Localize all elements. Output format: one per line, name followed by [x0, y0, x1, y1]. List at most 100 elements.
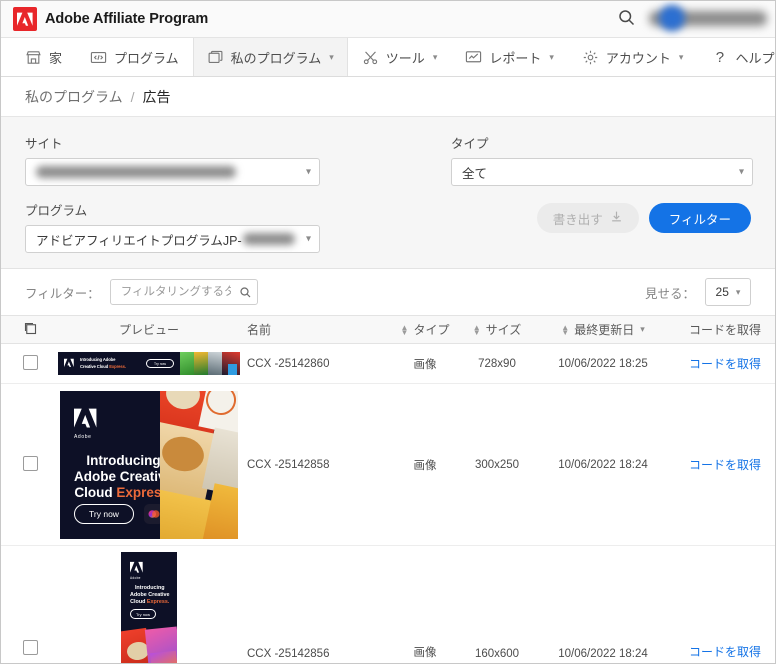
type-select-value: 全て — [462, 166, 488, 181]
row-checkbox-cell[interactable] — [1, 545, 59, 663]
ad-creative-skyscraper-160x600[interactable]: Adobe Introducing Adobe Creative Cloud E… — [121, 552, 177, 663]
rows-per-page-select[interactable]: 25 ▾ — [705, 278, 751, 306]
site-field-label: サイト — [25, 137, 63, 151]
row-updated-cell: 10/06/2022 18:25 — [533, 343, 673, 384]
rows-per-page-value: 25 — [715, 285, 729, 299]
table-filter-label: フィルター： — [25, 286, 100, 301]
filter-panel-actions: 書き出す フィルター — [536, 203, 751, 233]
nav-item-my-programs[interactable]: 私のプログラム ▾ — [192, 38, 348, 76]
row-size-cell: 160x600 — [461, 545, 533, 663]
ad-collage-image — [160, 390, 238, 539]
row-size-cell: 728x90 — [461, 343, 533, 384]
row-name-cell: CCX -25142858 — [239, 383, 389, 546]
row-updated-cell: 10/06/2022 18:24 — [533, 545, 673, 663]
get-code-link[interactable]: コードを取得 — [689, 645, 761, 659]
table-header-select-all[interactable] — [1, 315, 59, 344]
filter-panel-left-column: サイト ▾ プログラム アドビアフィリエイトプログラムJP- ▾ — [25, 133, 320, 253]
column-label: プレビュー — [118, 323, 179, 337]
nav-item-label: 私のプログラム — [230, 50, 322, 66]
ad-cta-button[interactable]: Try now — [130, 609, 156, 619]
nav-item-help-center[interactable]: ? ヘルプセンター — [697, 38, 775, 76]
table-header-preview: プレビュー — [59, 315, 239, 344]
ad-brand-word: Adobe — [74, 433, 92, 440]
code-icon — [90, 49, 107, 66]
table-filter-field[interactable] — [109, 279, 258, 305]
sort-icon[interactable]: ▲ ▼ — [561, 323, 569, 336]
scissors-icon — [362, 49, 379, 66]
row-type-cell: 画像 — [389, 545, 461, 663]
nav-item-label: プログラム — [114, 50, 179, 66]
nav-item-reports[interactable]: レポート ▾ — [451, 38, 568, 76]
breadcrumb-current: 広告 — [142, 88, 171, 105]
page-title: Adobe Affiliate Program — [45, 11, 209, 27]
sort-icon[interactable]: ▲ ▼ — [473, 323, 481, 336]
filter-button[interactable]: フィルター — [648, 203, 751, 233]
ad-cta-button[interactable]: Try now — [74, 503, 134, 524]
table-filter-input[interactable] — [118, 285, 233, 299]
nav-item-label: ツール — [385, 50, 425, 66]
row-get-code-cell[interactable]: コードを取得 — [673, 343, 775, 384]
row-checkbox[interactable] — [22, 354, 38, 370]
table-header-name[interactable]: 名前 — [239, 315, 389, 344]
row-checkbox[interactable] — [22, 640, 38, 655]
row-name-cell: CCX -25142860 — [239, 343, 389, 384]
table-header-last-updated[interactable]: ▲ ▼ 最終更新日 ▾ — [533, 315, 673, 344]
program-select[interactable]: アドビアフィリエイトプログラムJP- ▾ — [25, 225, 320, 253]
nav-item-programs[interactable]: プログラム — [76, 38, 193, 76]
export-button[interactable]: 書き出す — [536, 203, 639, 233]
rows-per-page-area: 見せる： 25 ▾ — [645, 269, 751, 315]
table-row: Introducing Adobe Creative Cloud Express… — [1, 343, 775, 384]
nav-item-account[interactable]: アカウント ▾ — [568, 38, 698, 76]
row-preview-cell: Adobe Introducing Adobe Creative Cloud E… — [59, 383, 239, 546]
chevron-down-icon: ▾ — [678, 51, 684, 62]
breadcrumb-parent[interactable]: 私のプログラム — [25, 87, 123, 107]
download-icon — [610, 210, 623, 226]
table-row: Adobe Introducing Adobe Creative Cloud E… — [1, 545, 775, 663]
chevron-down-icon[interactable]: ▾ — [640, 324, 645, 335]
nav-item-home[interactable]: 家 — [11, 38, 76, 76]
row-checkbox-cell[interactable] — [1, 343, 59, 384]
type-select[interactable]: 全て ▾ — [451, 158, 753, 186]
select-all-icon[interactable] — [23, 321, 38, 339]
ad-headline: Introducing Adobe Creative Cloud Express… — [130, 585, 170, 605]
user-account-avatar[interactable] — [641, 5, 767, 31]
chevron-down-icon: ▾ — [549, 51, 554, 62]
brand-bar-right — [617, 1, 767, 37]
sort-icon[interactable]: ▲ ▼ — [401, 323, 409, 336]
ad-cta-button[interactable]: Try now — [146, 359, 174, 368]
row-checkbox[interactable] — [22, 455, 38, 471]
table-header-size[interactable]: ▲ ▼ サイズ — [461, 315, 533, 344]
table-toolbar: フィルター： 見せる： 25 ▾ — [1, 269, 775, 315]
table-header-row: プレビュー 名前 ▲ ▼ タイプ ▲ ▼ サイズ ▲ ▼ 最終更新日 ▾ コード… — [1, 315, 775, 344]
nav-item-tools[interactable]: ツール ▾ — [348, 38, 452, 76]
chevron-down-icon: ▾ — [432, 51, 438, 62]
program-field-label: プログラム — [25, 204, 88, 218]
table-header-type[interactable]: ▲ ▼ タイプ — [389, 315, 461, 344]
site-select[interactable]: ▾ — [25, 158, 320, 186]
row-checkbox-cell[interactable] — [1, 383, 59, 546]
column-label: タイプ — [413, 323, 450, 337]
breadcrumb: 私のプログラム / 広告 — [1, 77, 775, 117]
ad-creative-rectangle-300x250[interactable]: Adobe Introducing Adobe Creative Cloud E… — [60, 390, 238, 539]
chevron-down-icon: ▾ — [735, 286, 741, 297]
chevron-down-icon: ▾ — [305, 166, 311, 178]
program-select-value: アドビアフィリエイトプログラムJP- — [36, 233, 242, 248]
program-select-value-redacted — [242, 233, 295, 245]
type-field-label: タイプ — [451, 137, 489, 151]
site-select-value-redacted — [36, 166, 236, 178]
row-updated-cell: 10/06/2022 18:24 — [533, 383, 673, 546]
export-button-label: 書き出す — [552, 212, 603, 227]
ad-headline-line1: Introducing Adobe — [80, 357, 116, 362]
nav-item-label: アカウント — [605, 50, 671, 66]
row-preview-cell: Introducing Adobe Creative Cloud Express… — [58, 343, 240, 384]
get-code-link[interactable]: コードを取得 — [689, 458, 761, 472]
ad-brand-word: Adobe — [130, 576, 141, 580]
search-icon[interactable] — [617, 8, 635, 31]
ad-headline: Introducing Adobe Creative Cloud Express… — [74, 452, 174, 500]
row-get-code-cell[interactable]: コードを取得 — [673, 545, 775, 663]
chevron-down-icon: ▾ — [305, 233, 311, 245]
row-size-cell: 300x250 — [461, 383, 533, 546]
ad-creative-banner-728x90[interactable]: Introducing Adobe Creative Cloud Express… — [58, 352, 240, 375]
row-get-code-cell[interactable]: コードを取得 — [673, 383, 775, 546]
get-code-link[interactable]: コードを取得 — [689, 357, 761, 371]
